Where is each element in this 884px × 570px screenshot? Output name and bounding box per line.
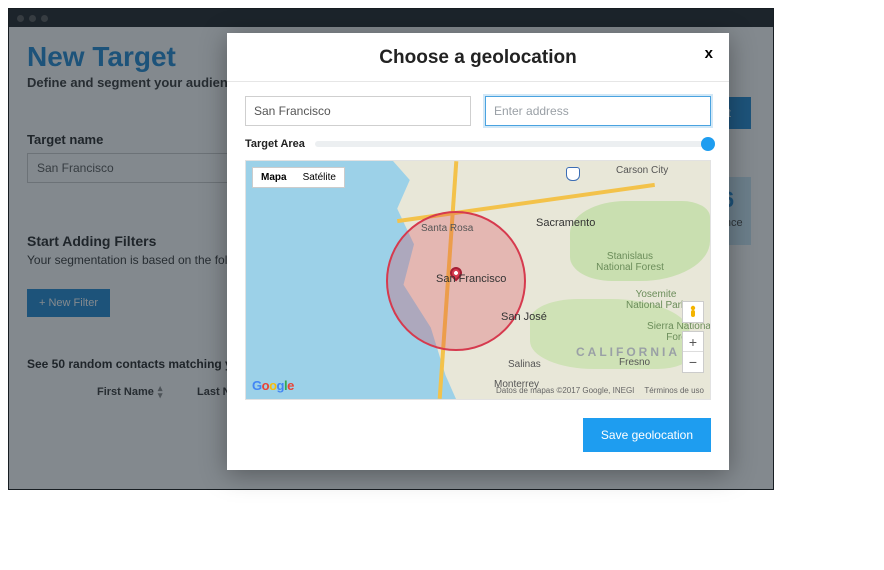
map-type-map[interactable]: Mapa — [253, 168, 295, 187]
address-input[interactable] — [485, 96, 711, 126]
forest-label: Stanislaus National Forest — [590, 251, 670, 273]
city-label: San José — [501, 311, 547, 323]
map-attribution: Datos de mapas ©2017 Google, INEGITérmin… — [486, 386, 704, 395]
modal-title: Choose a geolocation — [227, 47, 729, 69]
zoom-in-button[interactable]: + — [683, 332, 703, 352]
city-label: Santa Rosa — [421, 223, 473, 234]
google-logo: Google — [252, 378, 294, 393]
map-canvas[interactable]: San Francisco San José Sacramento Santa … — [245, 160, 711, 400]
city-label: Sacramento — [536, 217, 595, 229]
map-type-toggle[interactable]: Mapa Satélite — [252, 167, 345, 188]
map-zoom-control: + − — [682, 331, 704, 373]
slider-thumb[interactable] — [701, 137, 715, 151]
zoom-out-button[interactable]: − — [683, 352, 703, 372]
streetview-pegman-icon[interactable] — [682, 301, 704, 323]
city-label: Carson City — [616, 165, 668, 176]
city-label: San Francisco — [436, 273, 506, 285]
target-area-slider[interactable] — [315, 141, 711, 147]
state-label: CALIFORNIA — [576, 345, 680, 359]
close-icon[interactable]: x — [705, 45, 713, 62]
target-area-label: Target Area — [245, 138, 305, 150]
geolocation-modal: Choose a geolocation x Target Area San F… — [227, 33, 729, 470]
map-type-satellite[interactable]: Satélite — [295, 168, 344, 187]
city-label: Salinas — [508, 359, 541, 370]
save-geolocation-button[interactable]: Save geolocation — [583, 418, 711, 452]
highway-shield-icon — [566, 167, 580, 181]
location-input[interactable] — [245, 96, 471, 126]
